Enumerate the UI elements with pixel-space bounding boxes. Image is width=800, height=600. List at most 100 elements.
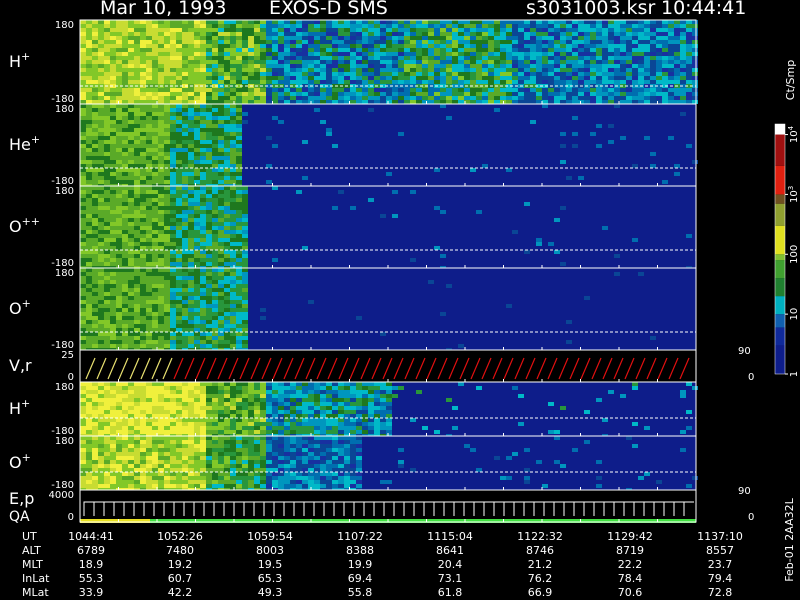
spectrogram-cell <box>602 64 608 68</box>
spectrogram-cell <box>164 32 170 36</box>
spectrogram-cell <box>104 36 110 40</box>
spectrogram-cell <box>398 76 404 80</box>
spectrogram-cell <box>200 214 206 218</box>
spectrogram-cell <box>152 198 158 202</box>
spectrogram-cell <box>164 108 170 112</box>
spectrogram-cell <box>272 116 278 120</box>
spectrogram-cell <box>662 32 668 36</box>
spectrogram-cell <box>92 468 98 472</box>
spectrogram-cell <box>242 390 248 394</box>
spectrogram-cell <box>116 242 122 246</box>
spectrogram-cell <box>98 344 104 348</box>
spectrogram-cell <box>98 280 104 284</box>
spectrogram-cell <box>242 36 248 40</box>
spectrogram-cell <box>104 344 110 348</box>
spectrogram-cell <box>104 32 110 36</box>
spectrogram-cell <box>182 152 188 156</box>
spectrogram-cell <box>668 100 674 104</box>
spectrogram-cell <box>620 80 626 84</box>
spectrogram-cell <box>380 20 386 24</box>
spectrogram-cell <box>158 402 164 406</box>
spectrogram-cell <box>188 426 194 430</box>
spectrogram-cell <box>146 186 152 190</box>
spectrogram-cell <box>164 418 170 422</box>
spectrogram-cell <box>644 136 650 140</box>
spectrogram-cell <box>110 296 116 300</box>
spectrogram-cell <box>686 36 692 40</box>
spectrogram-cell <box>212 324 218 328</box>
spectrogram-cell <box>116 234 122 238</box>
spectrogram-cell <box>188 32 194 36</box>
spectrogram-cell <box>506 20 512 24</box>
spectrogram-cell <box>182 272 188 276</box>
spectrogram-cell <box>674 32 680 36</box>
spectrogram-cell <box>176 186 182 190</box>
spectrogram-cell <box>674 28 680 32</box>
spectrogram-cell <box>656 92 662 96</box>
spectrogram-cell <box>662 72 668 76</box>
spectrogram-cell <box>692 32 698 36</box>
spectrogram-cell <box>194 312 200 316</box>
spectrogram-cell <box>482 36 488 40</box>
spectrogram-cell <box>188 234 194 238</box>
spectrogram-cell <box>158 406 164 410</box>
spectrogram-cell <box>224 276 230 280</box>
spectrogram-cell <box>326 72 332 76</box>
spectrogram-cell <box>326 430 332 434</box>
spectrogram-cell <box>446 88 452 92</box>
spectrogram-cell <box>194 100 200 104</box>
spectrogram-cell <box>164 284 170 288</box>
spectrogram-cell <box>146 254 152 258</box>
spectrogram-cell <box>98 176 104 180</box>
spectrogram-cell <box>182 100 188 104</box>
spectrogram-cell <box>608 88 614 92</box>
spectrogram-cell <box>152 48 158 52</box>
spectrogram-cell <box>668 96 674 100</box>
spectrogram-cell <box>278 100 284 104</box>
spectrogram-cell <box>212 230 218 234</box>
spectrogram-cell <box>296 44 302 48</box>
spectrogram-cell <box>320 410 326 414</box>
spectrogram-cell <box>104 292 110 296</box>
spectrogram-cell <box>92 72 98 76</box>
spectrogram-cell <box>182 108 188 112</box>
spectrogram-cell <box>560 56 566 60</box>
spectrogram-cell <box>470 92 476 96</box>
spectrogram-cell <box>428 64 434 68</box>
spectrogram-cell <box>152 332 158 336</box>
spectrogram-cell <box>218 258 224 262</box>
spectrogram-cell <box>692 88 698 92</box>
spectrogram-cell <box>230 80 236 84</box>
spectrogram-cell <box>212 172 218 176</box>
spectrogram-cell <box>614 96 620 100</box>
spectrogram-cell <box>176 238 182 242</box>
spectrogram-cell <box>386 414 392 418</box>
spectrogram-cell <box>230 402 236 406</box>
spectrogram-cell <box>662 180 668 184</box>
spectrogram-cell <box>122 116 128 120</box>
spectrogram-cell <box>350 430 356 434</box>
spectrogram-cell <box>212 152 218 156</box>
spectrogram-cell <box>170 60 176 64</box>
spectrogram-cell <box>122 296 128 300</box>
spectrogram-cell <box>536 96 542 100</box>
spectrogram-cell <box>248 406 254 410</box>
spectrogram-cell <box>206 52 212 56</box>
spectrogram-cell <box>338 40 344 44</box>
spectrogram-cell <box>260 410 266 414</box>
spectrogram-cell <box>512 20 518 24</box>
spectrogram-cell <box>140 116 146 120</box>
spectrogram-cell <box>362 80 368 84</box>
spectrogram-cell <box>188 284 194 288</box>
spectrogram-cell <box>146 402 152 406</box>
spectrogram-cell <box>110 48 116 52</box>
spectrogram-cell <box>98 168 104 172</box>
spectrogram-cell <box>464 44 470 48</box>
spectrogram-cell <box>176 148 182 152</box>
spectrogram-cell <box>194 76 200 80</box>
spectrogram-cell <box>176 426 182 430</box>
spectrogram-cell <box>644 40 650 44</box>
spectrogram-cell <box>434 44 440 48</box>
spectrogram-cell <box>164 104 170 108</box>
spectrogram-cell <box>542 48 548 52</box>
